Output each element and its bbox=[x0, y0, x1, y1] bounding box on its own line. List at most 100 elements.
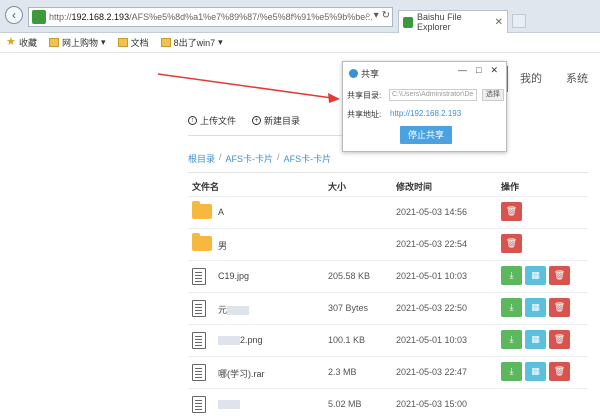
document-icon bbox=[192, 396, 206, 413]
minimize-icon[interactable]: — bbox=[458, 65, 467, 76]
share-button[interactable]: ▦ bbox=[525, 362, 546, 381]
table-row: 哪(学习).rar 2.3 MB 2021-05-03 22:47 ⤓ ▦ 🗑 bbox=[188, 356, 588, 388]
delete-button[interactable]: 🗑 bbox=[549, 298, 570, 317]
file-date: 2021-05-03 22:50 bbox=[396, 303, 468, 313]
new-folder-button[interactable]: + 新建目录 bbox=[252, 114, 300, 127]
maximize-icon[interactable]: □ bbox=[476, 65, 481, 76]
share-button[interactable]: ▦ bbox=[525, 330, 546, 349]
stop-share-button[interactable]: 停止共享 bbox=[400, 126, 452, 144]
breadcrumb-item[interactable]: AFS卡-卡片 bbox=[284, 152, 332, 165]
file-date: 2021-05-03 14:56 bbox=[396, 207, 468, 217]
file-date: 2021-05-01 10:03 bbox=[396, 271, 468, 281]
upload-icon: ↑ bbox=[188, 116, 197, 125]
new-tab-button[interactable] bbox=[512, 14, 526, 28]
file-date: 2021-05-03 22:54 bbox=[396, 239, 468, 249]
site-favicon-icon bbox=[32, 10, 46, 24]
search-icon[interactable]: ⌕ bbox=[365, 10, 371, 21]
file-date: 2021-05-03 15:00 bbox=[396, 399, 468, 409]
file-size: 307 Bytes bbox=[328, 303, 369, 313]
download-button[interactable]: ⤓ bbox=[501, 362, 522, 381]
share-address-link[interactable]: http://192.168.2.193 bbox=[390, 109, 461, 118]
url-field[interactable]: http://192.168.2.193/AFS%e5%8d%a1%e7%89%… bbox=[28, 7, 393, 27]
favorites-bar: ★ 收藏 网上购物 ▾ 文档 8出了win7 ▾ bbox=[0, 33, 600, 53]
browser-address-bar: ‹ http://192.168.2.193/AFS%e5%8d%a1%e7%8… bbox=[0, 0, 600, 33]
browse-button[interactable]: 选择 bbox=[482, 89, 504, 101]
file-size: 2.3 MB bbox=[328, 367, 357, 377]
document-icon bbox=[192, 268, 206, 285]
table-row: C19.jpg 205.58 KB 2021-05-01 10:03 ⤓ ▦ 🗑 bbox=[188, 260, 588, 292]
favorite-item[interactable]: 网上购物 ▾ bbox=[49, 36, 106, 49]
app-icon bbox=[349, 69, 358, 78]
refresh-icon[interactable]: ↻ bbox=[382, 10, 390, 21]
download-button[interactable]: ⤓ bbox=[501, 266, 522, 285]
download-button[interactable]: ⤓ bbox=[501, 298, 522, 317]
document-icon bbox=[192, 364, 206, 381]
back-icon[interactable]: ‹ bbox=[5, 6, 23, 24]
divider bbox=[188, 172, 588, 173]
star-icon: ★ bbox=[6, 36, 16, 48]
breadcrumb-item[interactable]: AFS卡-卡片 bbox=[226, 152, 274, 165]
file-name[interactable]: 2.png bbox=[218, 335, 263, 346]
favorite-item[interactable]: 8出了win7 ▾ bbox=[160, 36, 223, 49]
download-button[interactable]: ⤓ bbox=[501, 330, 522, 349]
nav-mine[interactable]: 我的 bbox=[508, 66, 554, 92]
table-row: 2.png 100.1 KB 2021-05-01 10:03 ⤓ ▦ 🗑 bbox=[188, 324, 588, 356]
table-row: A 2021-05-03 14:56 🗑 bbox=[188, 196, 588, 228]
folder-icon bbox=[117, 38, 128, 47]
favorite-item[interactable]: 文档 bbox=[117, 36, 149, 49]
delete-button[interactable]: 🗑 bbox=[549, 330, 570, 349]
favorite-item[interactable]: ★ 收藏 bbox=[6, 36, 37, 49]
breadcrumb: 根目录 / AFS卡-卡片 / AFS卡-卡片 bbox=[188, 152, 332, 165]
document-icon bbox=[192, 332, 206, 349]
dialog-title: 共享 bbox=[349, 67, 379, 80]
table-header: 文件名 大小 修改时间 操作 bbox=[188, 178, 588, 194]
share-dir-input[interactable]: C:\Users\Administrator\De bbox=[389, 89, 477, 101]
header-actions: 操作 bbox=[501, 182, 520, 192]
file-date: 2021-05-01 10:03 bbox=[396, 335, 468, 345]
window-controls: — □ ✕ bbox=[458, 65, 498, 76]
folder-icon bbox=[192, 233, 212, 251]
close-icon[interactable]: ✕ bbox=[490, 65, 498, 76]
table-row: 5.02 MB 2021-05-03 15:00 bbox=[188, 388, 588, 420]
file-name[interactable]: 元 bbox=[218, 303, 250, 316]
delete-button[interactable]: 🗑 bbox=[549, 362, 570, 381]
file-name[interactable] bbox=[218, 399, 240, 410]
document-icon bbox=[192, 300, 206, 317]
file-toolbar: ↑ 上传文件 + 新建目录 bbox=[188, 114, 343, 136]
plus-icon: + bbox=[252, 116, 262, 125]
folder-icon bbox=[49, 38, 60, 47]
dropdown-icon[interactable]: ▾ bbox=[374, 10, 379, 21]
delete-button[interactable]: 🗑 bbox=[501, 234, 522, 253]
share-dialog: 共享 — □ ✕ 共享目录: C:\Users\Administrator\De… bbox=[342, 61, 507, 152]
file-name[interactable]: C19.jpg bbox=[218, 271, 249, 281]
share-addr-label: 共享地址: bbox=[347, 110, 382, 119]
url-text: http://192.168.2.193/AFS%e5%8d%a1%e7%89%… bbox=[49, 12, 373, 22]
folder-icon bbox=[192, 201, 212, 219]
file-name[interactable]: 哪(学习).rar bbox=[218, 367, 265, 380]
header-size[interactable]: 大小 bbox=[328, 180, 346, 193]
file-name[interactable]: 男 bbox=[218, 239, 227, 252]
share-button[interactable]: ▦ bbox=[525, 266, 546, 285]
header-name[interactable]: 文件名 bbox=[192, 180, 219, 193]
file-date: 2021-05-03 22:47 bbox=[396, 367, 468, 377]
delete-button[interactable]: 🗑 bbox=[549, 266, 570, 285]
tab-favicon-icon bbox=[403, 16, 414, 28]
delete-button[interactable]: 🗑 bbox=[501, 202, 522, 221]
table-row: 元 307 Bytes 2021-05-03 22:50 ⤓ ▦ 🗑 bbox=[188, 292, 588, 324]
file-explorer-page: 主页 我的 系统 ↑上传文件 +新建目录 根目录/ AFS卡-卡片/ AFS卡-… bbox=[0, 54, 600, 415]
file-name[interactable]: A bbox=[218, 207, 224, 217]
breadcrumb-item[interactable]: 根目录 bbox=[188, 152, 215, 165]
header-date[interactable]: 修改时间 bbox=[396, 180, 432, 193]
nav-system[interactable]: 系统 bbox=[554, 66, 600, 92]
url-actions: ⌕ ▾ ↻ bbox=[365, 10, 390, 21]
file-size: 5.02 MB bbox=[328, 399, 362, 409]
browser-tab[interactable]: Baishu File Explorer ✕ bbox=[398, 10, 508, 33]
share-dir-label: 共享目录: bbox=[347, 91, 382, 100]
share-button[interactable]: ▦ bbox=[525, 298, 546, 317]
file-size: 205.58 KB bbox=[328, 271, 371, 281]
close-tab-icon[interactable]: ✕ bbox=[495, 17, 503, 28]
upload-button[interactable]: ↑ 上传文件 bbox=[188, 114, 236, 127]
file-size: 100.1 KB bbox=[328, 335, 366, 345]
table-row: 男 2021-05-03 22:54 🗑 bbox=[188, 228, 588, 260]
tab-title: Baishu File Explorer bbox=[417, 12, 462, 32]
